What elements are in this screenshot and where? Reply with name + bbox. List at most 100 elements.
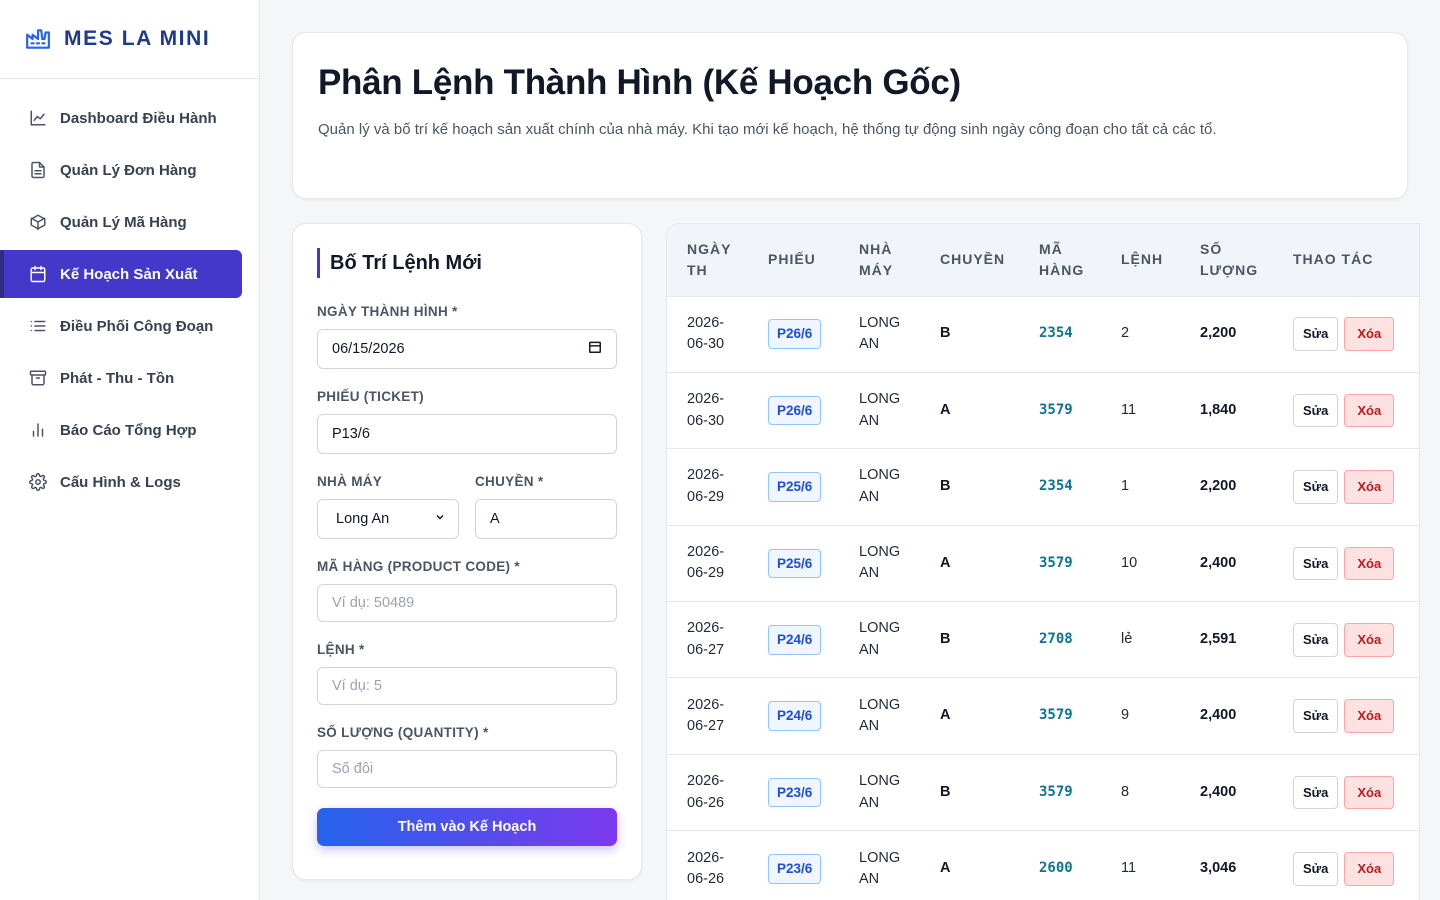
cell-line: B (940, 325, 951, 342)
cell-line: A (940, 860, 951, 877)
table-header-row: NGÀY TH PHIẾU NHÀ MÁY CHUYỀN MÃ HÀNG LỆNH S… (667, 224, 1419, 296)
cell-order: 8 (1121, 783, 1130, 800)
edit-button[interactable]: Sửa (1293, 775, 1339, 810)
cell-ticket: P25/6 (748, 449, 839, 525)
sidebar-item-dashboard[interactable]: Dashboard Điều Hành (0, 94, 242, 142)
list-icon (28, 316, 48, 336)
cell-product-code: 2708 (1039, 631, 1073, 647)
line-input[interactable]: A (475, 499, 617, 539)
table-row: 2026- 06-30 P26/6 LONG AN B 2354 2 2,200 S… (667, 296, 1419, 372)
plan-table: NGÀY TH PHIẾU NHÀ MÁY CHUYỀN MÃ HÀNG LỆNH S… (667, 224, 1419, 900)
cell-quantity: 1,840 (1200, 401, 1237, 418)
cell-product-code: 3579 (1039, 783, 1073, 800)
factory-select[interactable]: Long An (317, 499, 459, 539)
cell-factory: LONG AN (859, 543, 901, 582)
ticket-input[interactable]: P13/6 (317, 414, 617, 454)
col-order: LỆNH (1121, 251, 1164, 268)
ticket-label: PHIẾU (TICKET) (317, 389, 424, 404)
cell-factory: LONG AN (859, 314, 901, 353)
ticket-field-group: PHIẾU (TICKET) P13/6 (317, 389, 617, 454)
sidebar-item-label: Dashboard Điều Hành (60, 109, 217, 127)
sidebar-item-orders[interactable]: Quản Lý Đơn Hàng (0, 146, 242, 194)
cell-ticket: P23/6 (748, 754, 839, 830)
sidebar-item-settings[interactable]: Cấu Hình & Logs (0, 458, 242, 506)
cell-factory: LONG AN (859, 467, 901, 505)
delete-button[interactable]: Xóa (1344, 470, 1395, 504)
cell-order: 10 (1121, 554, 1138, 571)
cell-line: A (940, 401, 951, 418)
cell-factory: LONG AN (859, 696, 901, 735)
cell-date: 2026- 06-27 (687, 696, 725, 735)
product-code-input[interactable]: Ví dụ: 50489 (317, 584, 617, 622)
edit-button[interactable]: Sửa (1293, 852, 1339, 886)
sidebar-item-stage-dispatch[interactable]: Điều Phối Công Đoạn (0, 302, 242, 350)
gear-icon (28, 472, 48, 492)
ticket-badge: P23/6 (768, 777, 822, 808)
delete-button[interactable]: Xóa (1344, 317, 1395, 351)
chevron-down-icon (434, 511, 446, 527)
delete-button[interactable]: Xóa (1344, 623, 1395, 657)
cell-order: 9 (1121, 707, 1130, 724)
date-input[interactable]: 06/15/2026 (317, 329, 617, 369)
cell-line: B (940, 631, 951, 647)
cell-actions: Sửa Xóa (1273, 831, 1419, 900)
edit-button[interactable]: Sửa (1293, 699, 1339, 733)
cell-product-code: 3579 (1039, 707, 1073, 724)
new-order-form: Bố Trí Lệnh Mới NGÀY THÀNH HÌNH * 06/15/… (292, 223, 642, 880)
document-icon (28, 160, 48, 180)
order-input[interactable]: Ví dụ: 5 (317, 667, 617, 705)
edit-button[interactable]: Sửa (1293, 546, 1339, 581)
sidebar-item-inventory[interactable]: Phát - Thu - Tồn (0, 354, 242, 402)
brand[interactable]: MES LA MINI (0, 0, 259, 79)
cell-actions: Sửa Xóa (1273, 525, 1419, 601)
order-placeholder: Ví dụ: 5 (332, 678, 382, 694)
sidebar-item-products[interactable]: Quản Lý Mã Hàng (0, 198, 242, 246)
sidebar: MES LA MINI Dashboard Điều Hành Quản Lý … (0, 0, 260, 900)
edit-button[interactable]: Sửa (1293, 470, 1339, 504)
cell-ticket: P26/6 (748, 372, 839, 448)
cell-quantity: 2,200 (1200, 325, 1237, 342)
page-title: Phân Lệnh Thành Hình (Kế Hoạch Gốc) (318, 63, 961, 102)
sidebar-item-reports[interactable]: Báo Cáo Tổng Hợp (0, 406, 242, 454)
table-row: 2026- 06-27 P24/6 LONG AN A 3579 9 2,400 S… (667, 677, 1419, 754)
qty-field-group: SỐ LƯỢNG (QUANTITY) * Số đôi (317, 725, 617, 788)
calendar-icon[interactable] (588, 340, 602, 358)
edit-button[interactable]: Sửa (1293, 317, 1339, 351)
sidebar-nav: Dashboard Điều Hành Quản Lý Đơn Hàng Quả… (0, 79, 259, 506)
cell-quantity: 2,400 (1200, 707, 1237, 724)
cell-factory: LONG AN (859, 391, 901, 429)
cell-product-code: 2354 (1039, 478, 1073, 495)
table-row: 2026- 06-29 P25/6 LONG AN A 3579 10 2,400 … (667, 525, 1419, 601)
cell-ticket: P26/6 (748, 296, 839, 372)
order-field-group: LỆNH * Ví dụ: 5 (317, 642, 617, 705)
cell-product-code: 3579 (1039, 554, 1073, 571)
box-icon (28, 212, 48, 232)
delete-button[interactable]: Xóa (1344, 393, 1395, 428)
col-product-code: MÃ HÀNG (1039, 240, 1085, 278)
cell-order: lẻ (1121, 631, 1133, 647)
edit-button[interactable]: Sửa (1293, 623, 1339, 657)
delete-button[interactable]: Xóa (1344, 699, 1395, 733)
cell-quantity: 2,400 (1200, 554, 1237, 571)
cell-ticket: P24/6 (748, 602, 839, 678)
cell-quantity: 2,591 (1200, 631, 1237, 647)
cell-quantity: 3,046 (1200, 860, 1237, 877)
ticket-badge: P23/6 (768, 854, 822, 884)
add-to-plan-button[interactable]: Thêm vào Kế Hoạch (317, 808, 617, 846)
factory-field-group: NHÀ MÁY Long An (317, 474, 459, 539)
sidebar-item-production-plan[interactable]: Kế Hoạch Sản Xuất (0, 250, 242, 298)
sidebar-item-label: Báo Cáo Tổng Hợp (60, 421, 197, 439)
ticket-badge: P24/6 (768, 701, 822, 731)
col-factory: NHÀ MÁY (859, 240, 894, 278)
ticket-badge: P26/6 (768, 319, 822, 349)
sidebar-item-label: Quản Lý Mã Hàng (60, 213, 187, 231)
sidebar-item-label: Điều Phối Công Đoạn (60, 317, 214, 335)
quantity-input[interactable]: Số đôi (317, 750, 617, 788)
delete-button[interactable]: Xóa (1344, 546, 1395, 581)
delete-button[interactable]: Xóa (1344, 852, 1395, 886)
delete-button[interactable]: Xóa (1344, 775, 1395, 810)
edit-button[interactable]: Sửa (1293, 393, 1339, 428)
cell-actions: Sửa Xóa (1273, 602, 1419, 678)
cell-quantity: 2,400 (1200, 783, 1237, 800)
factory-label: NHÀ MÁY (317, 474, 383, 489)
